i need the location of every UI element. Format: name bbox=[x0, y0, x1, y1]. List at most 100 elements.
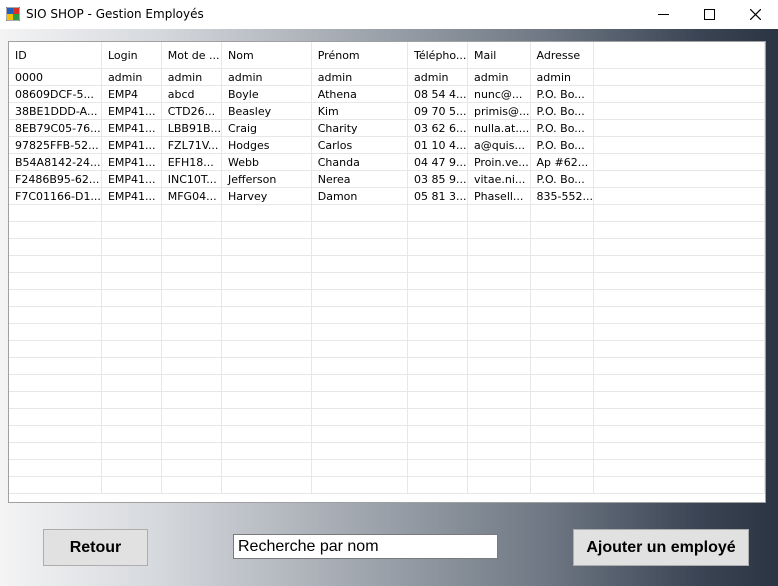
table-cell[interactable]: LBB91B... bbox=[161, 119, 223, 137]
table-cell[interactable]: 835-552... bbox=[530, 187, 594, 205]
table-cell bbox=[467, 374, 531, 392]
table-cell[interactable]: Craig bbox=[221, 119, 312, 137]
table-cell[interactable]: 04 47 9... bbox=[407, 153, 468, 171]
table-cell[interactable]: 08 54 4... bbox=[407, 85, 468, 103]
close-button[interactable] bbox=[732, 0, 778, 29]
table-cell[interactable]: nulla.at.... bbox=[467, 119, 531, 137]
table-cell[interactable]: P.O. Bo... bbox=[530, 136, 594, 154]
table-cell[interactable]: 38BE1DDD-A... bbox=[9, 102, 102, 120]
table-cell[interactable]: 8EB79C05-76... bbox=[9, 119, 102, 137]
table-cell[interactable]: 05 81 3... bbox=[407, 187, 468, 205]
table-cell[interactable]: nunc@... bbox=[467, 85, 531, 103]
column-header[interactable]: Nom bbox=[221, 42, 312, 69]
add-employee-button[interactable]: Ajouter un employé bbox=[573, 529, 749, 566]
table-row[interactable]: 38BE1DDD-A... EMP41... CTD26... Beasley Kim 0… bbox=[9, 102, 765, 120]
table-cell[interactable]: 03 62 6... bbox=[407, 119, 468, 137]
table-cell[interactable]: Ap #62... bbox=[530, 153, 594, 171]
table-cell[interactable]: 03 85 9... bbox=[407, 170, 468, 188]
column-header[interactable]: Prénom bbox=[311, 42, 409, 69]
table-cell[interactable]: MFG04... bbox=[161, 187, 223, 205]
table-cell bbox=[161, 221, 223, 239]
table-cell[interactable]: Harvey bbox=[221, 187, 312, 205]
maximize-icon bbox=[703, 9, 715, 20]
table-row[interactable]: 97825FFB-52... EMP41... FZL71V... Hodges Car… bbox=[9, 136, 765, 154]
table-cell bbox=[9, 204, 102, 222]
table-cell bbox=[9, 255, 102, 273]
table-cell[interactable]: EMP41... bbox=[101, 170, 162, 188]
table-row[interactable]: 08609DCF-5... EMP4 abcd Boyle Athena 08 54 4.… bbox=[9, 85, 765, 103]
minimize-button[interactable] bbox=[640, 0, 686, 29]
table-cell[interactable]: EMP41... bbox=[101, 187, 162, 205]
table-cell[interactable]: Kim bbox=[311, 102, 409, 120]
table-cell[interactable]: EFH18... bbox=[161, 153, 223, 171]
table-cell[interactable]: primis@... bbox=[467, 102, 531, 120]
table-cell bbox=[161, 204, 223, 222]
table-cell[interactable]: Boyle bbox=[221, 85, 312, 103]
table-cell[interactable]: admin bbox=[221, 68, 312, 86]
table-cell[interactable]: Hodges bbox=[221, 136, 312, 154]
table-cell[interactable]: Carlos bbox=[311, 136, 409, 154]
search-input[interactable] bbox=[233, 534, 498, 559]
table-cell[interactable]: EMP41... bbox=[101, 136, 162, 154]
table-cell[interactable]: Athena bbox=[311, 85, 409, 103]
column-header[interactable]: ID bbox=[9, 42, 102, 69]
table-row[interactable]: F2486B95-62... EMP41... INC10T... Jefferson… bbox=[9, 170, 765, 188]
table-cell[interactable]: Proin.ve... bbox=[467, 153, 531, 171]
table-cell[interactable]: P.O. Bo... bbox=[530, 102, 594, 120]
table-cell[interactable]: Phasell... bbox=[467, 187, 531, 205]
table-cell bbox=[9, 357, 102, 375]
maximize-button[interactable] bbox=[686, 0, 732, 29]
column-header[interactable]: Télépho... bbox=[407, 42, 468, 69]
table-cell[interactable]: abcd bbox=[161, 85, 223, 103]
table-cell[interactable]: 0000 bbox=[9, 68, 102, 86]
table-cell[interactable]: admin bbox=[467, 68, 531, 86]
table-cell bbox=[221, 391, 312, 409]
back-button[interactable]: Retour bbox=[43, 529, 148, 566]
table-row[interactable]: 0000 admin admin admin admin admin admin admin bbox=[9, 68, 765, 86]
column-header[interactable]: Adresse bbox=[530, 42, 594, 69]
table-cell[interactable]: F7C01166-D1... bbox=[9, 187, 102, 205]
table-row[interactable]: B54A8142-24... EMP41... EFH18... Webb Chanda… bbox=[9, 153, 765, 171]
table-cell[interactable]: Damon bbox=[311, 187, 409, 205]
table-cell[interactable]: EMP41... bbox=[101, 102, 162, 120]
table-cell[interactable]: Webb bbox=[221, 153, 312, 171]
employee-grid[interactable]: ID Login Mot de ... Nom Prénom Télépho... Mail… bbox=[8, 41, 766, 503]
table-cell-filler bbox=[593, 255, 765, 273]
table-cell[interactable]: F2486B95-62... bbox=[9, 170, 102, 188]
table-cell[interactable]: P.O. Bo... bbox=[530, 85, 594, 103]
table-cell[interactable]: vitae.ni... bbox=[467, 170, 531, 188]
table-cell bbox=[467, 476, 531, 494]
table-cell[interactable]: EMP41... bbox=[101, 119, 162, 137]
table-cell[interactable]: P.O. Bo... bbox=[530, 119, 594, 137]
table-cell[interactable]: admin bbox=[311, 68, 409, 86]
table-cell[interactable]: EMP4 bbox=[101, 85, 162, 103]
column-header[interactable]: Login bbox=[101, 42, 162, 69]
table-cell[interactable]: FZL71V... bbox=[161, 136, 223, 154]
table-cell[interactable]: admin bbox=[530, 68, 594, 86]
table-cell bbox=[101, 272, 162, 290]
table-cell[interactable]: Chanda bbox=[311, 153, 409, 171]
column-header[interactable]: Mail bbox=[467, 42, 531, 69]
table-row[interactable]: F7C01166-D1... EMP41... MFG04... Harvey Damo… bbox=[9, 187, 765, 205]
table-cell[interactable]: 01 10 4... bbox=[407, 136, 468, 154]
table-cell bbox=[467, 323, 531, 341]
table-cell[interactable]: 97825FFB-52... bbox=[9, 136, 102, 154]
table-cell[interactable]: Beasley bbox=[221, 102, 312, 120]
table-cell[interactable]: 08609DCF-5... bbox=[9, 85, 102, 103]
table-cell[interactable]: Charity bbox=[311, 119, 409, 137]
table-cell[interactable]: a@quis... bbox=[467, 136, 531, 154]
table-cell[interactable]: 09 70 5... bbox=[407, 102, 468, 120]
close-icon bbox=[749, 9, 761, 20]
table-cell[interactable]: CTD26... bbox=[161, 102, 223, 120]
table-cell[interactable]: admin bbox=[101, 68, 162, 86]
table-row[interactable]: 8EB79C05-76... EMP41... LBB91B... Craig Char… bbox=[9, 119, 765, 137]
table-cell[interactable]: admin bbox=[407, 68, 468, 86]
table-cell[interactable]: admin bbox=[161, 68, 223, 86]
table-cell[interactable]: P.O. Bo... bbox=[530, 170, 594, 188]
table-cell[interactable]: Jefferson bbox=[221, 170, 312, 188]
table-cell[interactable]: Nerea bbox=[311, 170, 409, 188]
column-header[interactable]: Mot de ... bbox=[161, 42, 223, 69]
table-cell[interactable]: EMP41... bbox=[101, 153, 162, 171]
table-cell[interactable]: INC10T... bbox=[161, 170, 223, 188]
table-cell[interactable]: B54A8142-24... bbox=[9, 153, 102, 171]
